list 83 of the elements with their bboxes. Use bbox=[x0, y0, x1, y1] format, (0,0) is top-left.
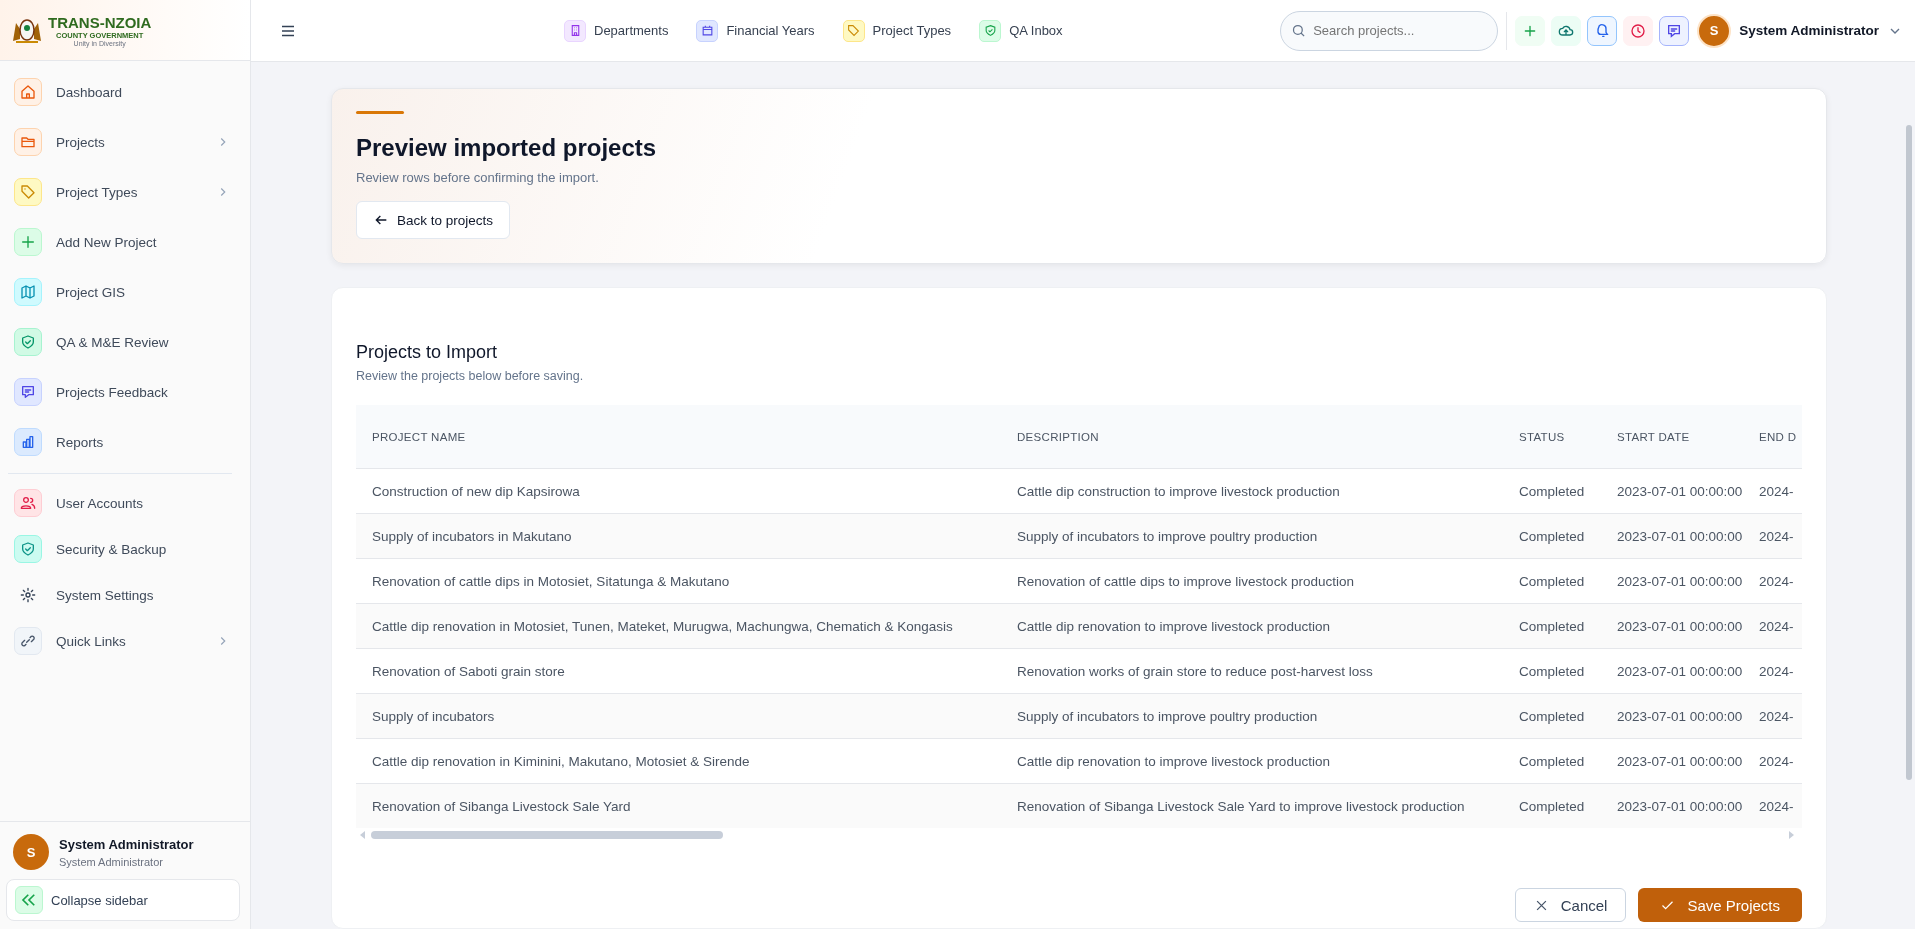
search-icon bbox=[1291, 22, 1307, 38]
table-cell: 2024- bbox=[1751, 783, 1802, 828]
search-field[interactable]: Search projects... bbox=[1280, 10, 1499, 51]
sidebar-item[interactable]: Reports bbox=[14, 421, 240, 463]
message-icon bbox=[1666, 22, 1683, 39]
table-cell: 2023-07-01 00:00:00 bbox=[1601, 783, 1751, 828]
table-cell: Completed bbox=[1503, 693, 1601, 739]
calendar-icon bbox=[700, 24, 714, 37]
message-icon bbox=[20, 384, 36, 400]
sidebar-item[interactable]: Projects bbox=[14, 121, 240, 163]
messages-button[interactable] bbox=[1659, 15, 1690, 46]
home-icon bbox=[20, 84, 36, 100]
sidebar-item[interactable]: Security & Backup bbox=[14, 530, 240, 568]
clock-icon bbox=[1630, 22, 1647, 39]
table-cell: Completed bbox=[1503, 513, 1601, 559]
table-cell: 2024- bbox=[1751, 693, 1802, 739]
save-projects-button[interactable]: Save Projects bbox=[1638, 888, 1802, 922]
column-header: END D bbox=[1751, 405, 1802, 469]
link-icon bbox=[20, 633, 36, 649]
table-cell: Completed bbox=[1503, 783, 1601, 828]
table-cell: Renovation of Sibanga Livestock Sale Yard bbox=[356, 783, 1001, 828]
users-icon bbox=[20, 495, 36, 511]
sidebar-item[interactable]: Project Types bbox=[14, 171, 240, 213]
folder-icon bbox=[20, 134, 36, 150]
upload-button[interactable] bbox=[1551, 15, 1582, 46]
page-title: Preview imported projects bbox=[356, 134, 658, 162]
logo-title: TRANS-NZOIA bbox=[48, 13, 152, 31]
user-name: System Administrator bbox=[59, 836, 194, 852]
column-header: DESCRIPTION bbox=[1001, 405, 1503, 469]
column-header: STATUS bbox=[1503, 405, 1601, 469]
sidebar-item[interactable]: Projects Feedback bbox=[14, 371, 240, 413]
column-header: START DATE bbox=[1601, 405, 1751, 469]
collapse-sidebar-button[interactable]: Collapse sidebar bbox=[6, 879, 240, 921]
add-button[interactable] bbox=[1515, 15, 1546, 46]
table-cell: Supply of incubators bbox=[356, 693, 1001, 739]
table-cell: Renovation of Sibanga Livestock Sale Yard to improve livestock production bbox=[1001, 783, 1503, 828]
history-button[interactable] bbox=[1623, 15, 1654, 46]
user-menu[interactable]: S System Administrator bbox=[1697, 13, 1903, 48]
table-cell: 2023-07-01 00:00:00 bbox=[1601, 693, 1751, 739]
bar-chart-icon bbox=[20, 434, 36, 450]
sidebar-item[interactable]: User Accounts bbox=[14, 484, 240, 522]
user-name: System Administrator bbox=[1739, 23, 1879, 38]
user-avatar: S bbox=[13, 834, 49, 870]
table-cell: 2023-07-01 00:00:00 bbox=[1601, 513, 1751, 559]
shield-check-icon bbox=[20, 541, 36, 557]
section-subtitle: Review the projects below before saving. bbox=[356, 369, 585, 383]
double-chevron-left-icon bbox=[20, 891, 38, 909]
sidebar-item[interactable]: Quick Links bbox=[14, 622, 240, 660]
vertical-scrollbar[interactable] bbox=[1906, 125, 1912, 780]
settings-icon bbox=[20, 587, 36, 603]
table-cell: Cattle dip renovation to improve livestock production bbox=[1001, 603, 1503, 649]
notifications-button[interactable] bbox=[1587, 15, 1618, 46]
page-subtitle: Review rows before confirming the import. bbox=[356, 170, 600, 185]
table-cell: Cattle dip renovation in Motosiet, Tunen, Mateket, Murugwa, Machungwa, Chematich & Kongasis bbox=[356, 603, 1001, 649]
top-nav-link[interactable]: Departments bbox=[564, 19, 669, 42]
map-icon bbox=[20, 284, 36, 300]
tag-icon bbox=[847, 24, 861, 37]
user-avatar: S bbox=[1697, 13, 1732, 48]
shield-check-icon bbox=[983, 24, 997, 37]
top-nav-link[interactable]: QA Inbox bbox=[979, 19, 1063, 42]
sidebar-item[interactable]: Dashboard bbox=[14, 71, 240, 113]
table-cell: 2024- bbox=[1751, 513, 1802, 559]
tag-icon bbox=[20, 184, 36, 200]
cancel-button[interactable]: Cancel bbox=[1514, 888, 1627, 922]
sidebar-item[interactable]: Project GIS bbox=[14, 271, 240, 313]
table-cell: Completed bbox=[1503, 603, 1601, 649]
table-cell: Supply of incubators in Makutano bbox=[356, 513, 1001, 559]
section-title: Projects to Import bbox=[356, 342, 499, 363]
top-nav-link[interactable]: Financial Years bbox=[696, 19, 815, 42]
column-header: PROJECT NAME bbox=[356, 405, 1001, 469]
plus-icon bbox=[20, 234, 36, 250]
back-button[interactable]: Back to projects bbox=[356, 201, 511, 239]
table-cell: Supply of incubators to improve poultry production bbox=[1001, 693, 1503, 739]
sidebar-item[interactable]: Add New Project bbox=[14, 221, 240, 263]
top-nav-link[interactable]: Project Types bbox=[842, 19, 952, 42]
table-cell: 2024- bbox=[1751, 603, 1802, 649]
sidebar-item[interactable]: System Settings bbox=[14, 576, 240, 614]
sidebar-item[interactable]: QA & M&E Review bbox=[14, 321, 240, 363]
shield-check-icon bbox=[20, 334, 36, 350]
table-cell: Supply of incubators to improve poultry production bbox=[1001, 513, 1503, 559]
user-role: System Administrator bbox=[59, 855, 164, 868]
bell-icon bbox=[1594, 22, 1611, 39]
table-cell: 2023-07-01 00:00:00 bbox=[1601, 603, 1751, 649]
